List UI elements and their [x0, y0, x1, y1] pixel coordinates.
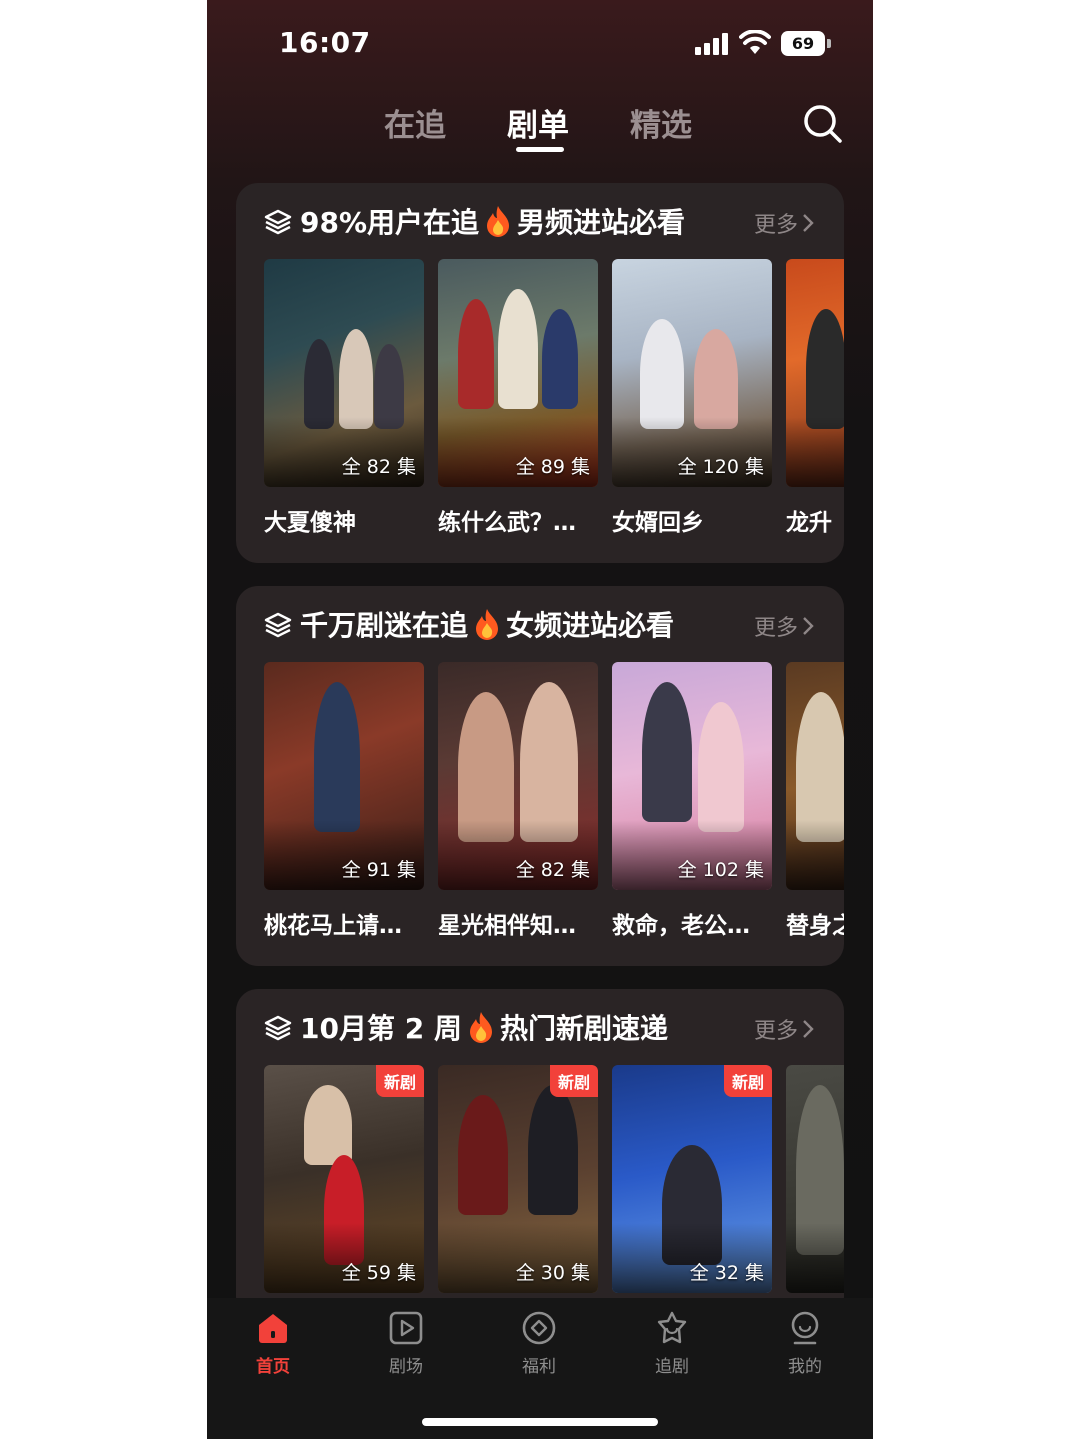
- wifi-icon: [739, 30, 771, 54]
- section-title-right: 女频进站必看: [506, 609, 675, 642]
- more-label: 更多: [753, 616, 798, 641]
- drama-poster: [786, 1065, 844, 1293]
- new-badge: 新剧: [723, 1065, 772, 1097]
- chevron-right-icon: [803, 1020, 814, 1038]
- drama-poster: 全 120 集: [612, 259, 772, 487]
- more-link[interactable]: 更多: [754, 610, 814, 642]
- battery-tip: [827, 39, 831, 48]
- search-icon[interactable]: [801, 102, 845, 146]
- playlist-section-new: 10月第 2 周 热门新剧速递 更多 新剧 全 59 集 新剧 全 30 集 新…: [236, 989, 844, 1319]
- nav-theater[interactable]: 剧场: [356, 1310, 456, 1390]
- drama-carousel: 新剧 全 59 集 新剧 全 30 集 新剧 全 32 集: [264, 1065, 844, 1319]
- top-tab-bar: 在追 剧单 精选: [207, 92, 873, 162]
- drama-title: 星光相伴知…: [438, 913, 576, 939]
- drama-poster: 新剧 全 32 集: [612, 1065, 772, 1293]
- drama-poster: 全 91 集: [264, 662, 424, 890]
- episode-count: 全 59 集: [341, 1262, 416, 1284]
- tab-following[interactable]: 在追: [384, 100, 446, 145]
- drama-poster: [786, 259, 844, 487]
- drama-poster: 全 102 集: [612, 662, 772, 890]
- nav-home[interactable]: 首页: [223, 1310, 323, 1390]
- drama-carousel: 全 82 集 大夏傻神 全 89 集 练什么武？… 全 120 集 女婿回乡 龙…: [264, 259, 844, 559]
- fire-icon: [487, 206, 510, 237]
- layers-icon: [264, 1015, 292, 1041]
- section-title-left: 10月第 2 周: [300, 1012, 462, 1045]
- section-title-right: 男频进站必看: [517, 206, 686, 239]
- nav-profile[interactable]: 我的: [755, 1310, 855, 1390]
- layers-icon: [264, 612, 292, 638]
- status-bar: 16:07 69: [207, 0, 873, 80]
- app-screen: 16:07 69 在追 剧单 精选 98%用户在追 男频进站必看 更多 全 82…: [207, 0, 873, 1439]
- tab-playlists[interactable]: 剧单: [507, 100, 569, 145]
- coin-icon: [522, 1311, 556, 1345]
- play-square-icon: [389, 1311, 423, 1345]
- chevron-right-icon: [803, 617, 814, 635]
- nav-rewards[interactable]: 福利: [489, 1310, 589, 1390]
- drama-poster: 新剧 全 59 集: [264, 1065, 424, 1293]
- drama-title: 龙升: [786, 510, 832, 536]
- episode-count: 全 91 集: [341, 859, 416, 881]
- tab-featured[interactable]: 精选: [630, 100, 692, 145]
- signal-icon: [695, 33, 729, 55]
- more-label: 更多: [753, 1019, 798, 1044]
- new-badge: 新剧: [549, 1065, 598, 1097]
- status-time: 16:07: [279, 26, 371, 59]
- playlist-section-male: 98%用户在追 男频进站必看 更多 全 82 集 大夏傻神 全 89 集 练什么…: [236, 183, 844, 563]
- drama-title: 救命，老公…: [612, 913, 750, 939]
- episode-count: 全 120 集: [677, 456, 764, 478]
- chevron-right-icon: [803, 214, 814, 232]
- section-title-right: 热门新剧速递: [499, 1012, 668, 1045]
- nav-following[interactable]: 追剧: [622, 1310, 722, 1390]
- drama-poster: 全 89 集: [438, 259, 598, 487]
- nav-label: 剧场: [389, 1357, 423, 1377]
- section-header: 千万剧迷在追 女频进站必看: [264, 604, 824, 644]
- drama-title: 替身之: [786, 913, 844, 939]
- drama-poster: 新剧 全 30 集: [438, 1065, 598, 1293]
- drama-poster: [786, 662, 844, 890]
- drama-title: 练什么武？…: [438, 510, 576, 536]
- layers-icon: [264, 209, 292, 235]
- profile-icon: [791, 1311, 819, 1345]
- fire-icon: [476, 609, 499, 640]
- home-indicator[interactable]: [422, 1418, 658, 1426]
- drama-title: 女婿回乡: [612, 510, 704, 536]
- section-header: 10月第 2 周 热门新剧速递: [264, 1007, 824, 1047]
- drama-title: 桃花马上请…: [264, 913, 402, 939]
- drama-poster: 全 82 集: [438, 662, 598, 890]
- episode-count: 全 102 集: [677, 859, 764, 881]
- nav-label: 我的: [788, 1357, 822, 1377]
- drama-carousel: 全 91 集 桃花马上请… 全 82 集 星光相伴知… 全 102 集 救命，老…: [264, 662, 844, 962]
- episode-count: 全 30 集: [515, 1262, 590, 1284]
- more-label: 更多: [753, 213, 798, 238]
- fire-icon: [469, 1012, 492, 1043]
- section-title-left: 千万剧迷在追: [300, 609, 469, 642]
- episode-count: 全 82 集: [515, 859, 590, 881]
- episode-count: 全 82 集: [341, 456, 416, 478]
- section-title-left: 98%用户在追: [300, 206, 480, 239]
- nav-label: 追剧: [655, 1357, 689, 1377]
- drama-poster: 全 82 集: [264, 259, 424, 487]
- episode-count: 全 89 集: [515, 456, 590, 478]
- active-tab-indicator: [516, 147, 564, 152]
- nav-label: 首页: [256, 1357, 290, 1377]
- more-link[interactable]: 更多: [754, 1013, 814, 1045]
- more-link[interactable]: 更多: [754, 207, 814, 239]
- playlist-section-female: 千万剧迷在追 女频进站必看 更多 全 91 集 桃花马上请… 全 82 集 星光…: [236, 586, 844, 966]
- section-header: 98%用户在追 男频进站必看: [264, 201, 824, 241]
- nav-label: 福利: [522, 1357, 556, 1377]
- battery-icon: 69: [781, 31, 825, 56]
- star-bag-icon: [657, 1311, 687, 1344]
- episode-count: 全 32 集: [689, 1262, 764, 1284]
- new-badge: 新剧: [375, 1065, 424, 1097]
- drama-title: 大夏傻神: [264, 510, 356, 536]
- home-icon: [259, 1314, 287, 1343]
